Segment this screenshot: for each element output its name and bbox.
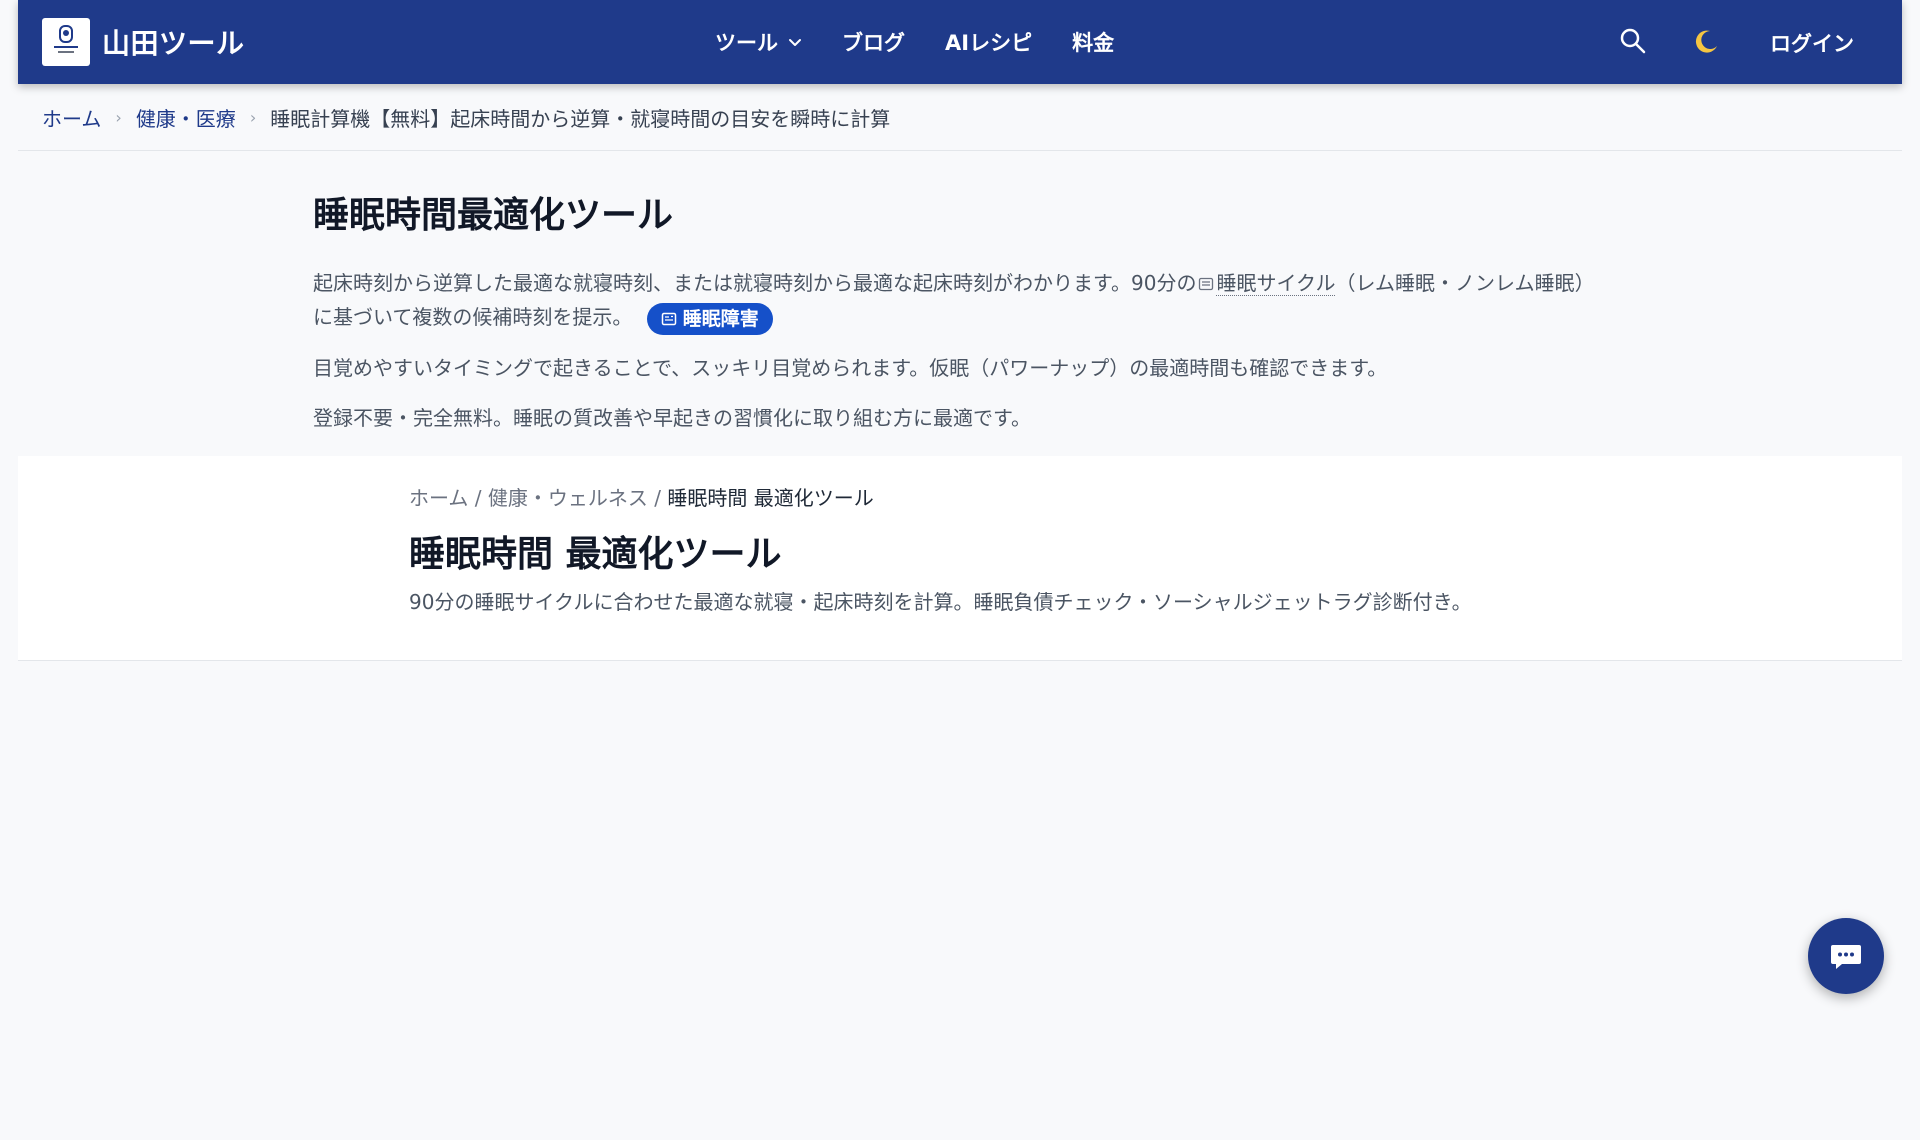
nav-item-blog[interactable]: ブログ [842, 27, 905, 57]
chat-button[interactable] [1808, 918, 1884, 994]
site-title[interactable]: 山田ツール [102, 22, 245, 62]
nav-item-pricing[interactable]: 料金 [1072, 27, 1114, 57]
tool-title: 睡眠時間 最適化ツール [409, 534, 782, 575]
newspaper-icon [661, 312, 677, 325]
breadcrumb-home[interactable]: ホーム [42, 103, 101, 132]
breadcrumb-current: 睡眠計算機【無料】起床時間から逆算・就寝時間の目安を瞬時に計算 [270, 106, 891, 131]
page-title: 睡眠時間最適化ツール [313, 195, 674, 236]
card-breadcrumb: ホーム / 健康・ウェルネス / 睡眠時間 最適化ツール [409, 482, 1509, 511]
nav-item-label: AIレシピ [945, 31, 1033, 55]
login-button[interactable]: ログイン [1770, 28, 1854, 58]
nav-item-label: ツール [715, 31, 778, 55]
glossary-icon [1199, 277, 1214, 291]
nav-item-tools[interactable]: ツール [715, 27, 802, 57]
card-breadcrumb-home[interactable]: ホーム [409, 486, 468, 510]
logo-icon [54, 25, 78, 53]
tool-description: 90分の睡眠サイクルに合わせた最適な就寝・起床時刻を計算。睡眠負債チェック・ソー… [409, 590, 1472, 614]
breadcrumb-category[interactable]: 健康・医療 [136, 103, 236, 132]
page: 山田ツール ツール ブログ AIレシピ 料金 ログイン ホーム › 健康・医療 … [18, 0, 1902, 1140]
nav-item-ai-recipes[interactable]: AIレシピ [945, 27, 1032, 57]
tag-label: 睡眠障害 [682, 307, 759, 330]
intro-text: 起床時刻から逆算した最適な就寝時刻、または就寝時刻から最適な起床時刻がわかります… [313, 271, 1197, 295]
breadcrumb-separator: › [115, 107, 122, 127]
main-nav: ツール ブログ AIレシピ 料金 [715, 27, 1154, 57]
chevron-down-icon [789, 39, 801, 46]
glossary-term-link[interactable]: 睡眠サイクル [1216, 271, 1336, 296]
intro-paragraph-3: 登録不要・完全無料。睡眠の質改善や早起きの習慣化に取り組む方に最適です。 [313, 405, 1031, 430]
card-breadcrumb-current: 睡眠時間 最適化ツール [667, 486, 874, 510]
top-navigation-bar: 山田ツール ツール ブログ AIレシピ 料金 ログイン [18, 0, 1902, 84]
nav-item-label: ブログ [842, 31, 905, 55]
card-breadcrumb-separator: / [474, 486, 482, 510]
breadcrumb: ホーム › 健康・医療 › 睡眠計算機【無料】起床時間から逆算・就寝時間の目安を… [18, 84, 1902, 151]
breadcrumb-separator: › [249, 107, 257, 127]
chat-bubble-icon [1831, 945, 1861, 969]
sleep-disorder-tag[interactable]: 睡眠障害 [646, 302, 773, 335]
tool-header-card: ホーム / 健康・ウェルネス / 睡眠時間 最適化ツール 睡眠時間 最適化ツール… [18, 456, 1902, 661]
card-breadcrumb-separator: / [654, 486, 661, 510]
intro-paragraph-2: 目覚めやすいタイミングで起きることで、スッキリ目覚められます。仮眠（パワーナップ… [313, 355, 1388, 380]
nav-item-label: 料金 [1072, 31, 1115, 55]
card-breadcrumb-category[interactable]: 健康・ウェルネス [488, 486, 648, 510]
moon-icon[interactable] [1691, 26, 1721, 56]
site-logo[interactable] [42, 18, 90, 66]
intro-section: 睡眠時間最適化ツール 起床時刻から逆算した最適な就寝時刻、または就寝時刻から最適… [313, 186, 1613, 451]
intro-paragraph-1: 起床時刻から逆算した最適な就寝時刻、または就寝時刻から最適な起床時刻がわかります… [313, 266, 1613, 335]
search-icon[interactable] [1618, 26, 1648, 56]
